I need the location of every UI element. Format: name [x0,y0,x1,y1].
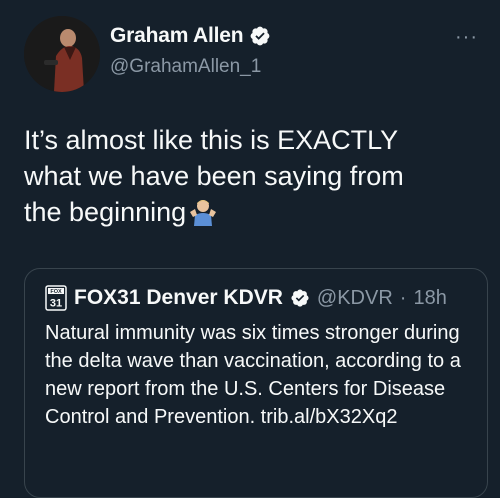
more-options-icon[interactable]: ··· [455,26,478,49]
fox31-logo-icon: FOX 31 [45,285,67,311]
avatar[interactable] [24,16,100,92]
verified-badge-icon [249,25,271,47]
quoted-display-name[interactable]: FOX31 Denver KDVR [74,286,283,310]
person-shrugging-emoji-icon [188,196,218,226]
quoted-tweet-text: Natural immunity was six times stronger … [45,322,461,428]
quoted-timestamp[interactable]: 18h [413,287,446,310]
quoted-tweet-header: FOX 31 FOX31 Denver KDVR @KDVR · 18h [45,285,447,311]
separator-dot: · [399,286,407,309]
quoted-verified-badge-icon [290,288,310,308]
svg-text:FOX: FOX [50,289,62,295]
tweet-text: It’s almost like this is EXACTLY what we… [24,122,476,230]
author-display-name[interactable]: Graham Allen [110,24,244,48]
quoted-handle[interactable]: @KDVR [317,287,393,310]
svg-text:31: 31 [50,298,62,310]
quoted-tweet[interactable]: FOX 31 FOX31 Denver KDVR @KDVR · 18h Natu… [24,268,488,498]
author-name-row: Graham Allen [110,24,271,48]
author-handle[interactable]: @GrahamAllen_1 [110,56,261,78]
profile-photo-icon [24,16,100,92]
